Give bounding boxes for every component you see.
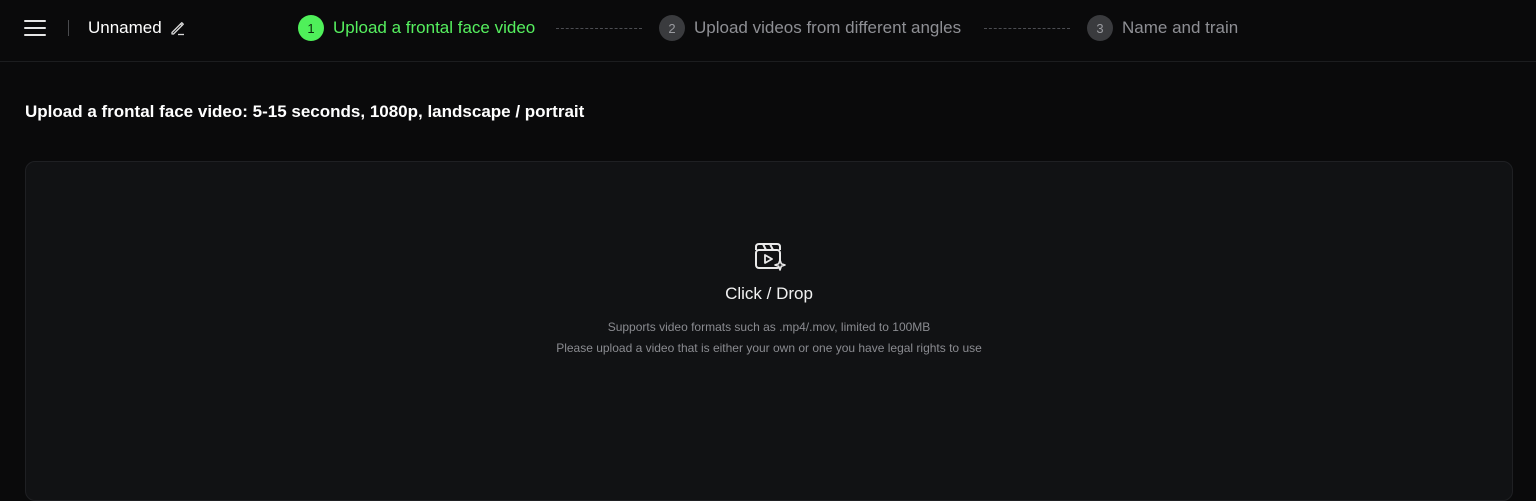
page-heading: Upload a frontal face video: 5-15 second… (25, 102, 585, 121)
step-connector-1 (556, 28, 642, 29)
step-3-number: 3 (1087, 15, 1113, 41)
step-2-number: 2 (659, 15, 685, 41)
click-drop-label[interactable]: Click / Drop (0, 284, 1536, 304)
step-2: 2 Upload videos from different angles (659, 15, 961, 41)
top-bar: Unnamed 1 Upload a frontal face video 2 … (0, 0, 1536, 62)
edit-pencil-icon[interactable] (169, 19, 187, 37)
step-connector-2 (984, 28, 1070, 29)
step-2-label: Upload videos from different angles (694, 18, 962, 37)
step-3: 3 Name and train (1087, 15, 1238, 41)
video-clapper-sparkle-icon (755, 243, 786, 271)
rights-hint: Please upload a video that is either you… (556, 341, 982, 355)
header-divider (68, 20, 69, 36)
menu-icon[interactable] (22, 17, 48, 39)
step-1-label: Upload a frontal face video (333, 18, 536, 37)
project-name[interactable]: Unnamed (88, 18, 162, 38)
step-1: 1 Upload a frontal face video (298, 15, 535, 41)
step-3-label: Name and train (1122, 18, 1239, 37)
step-1-number: 1 (298, 15, 324, 41)
format-hint: Supports video formats such as .mp4/.mov… (607, 320, 931, 334)
